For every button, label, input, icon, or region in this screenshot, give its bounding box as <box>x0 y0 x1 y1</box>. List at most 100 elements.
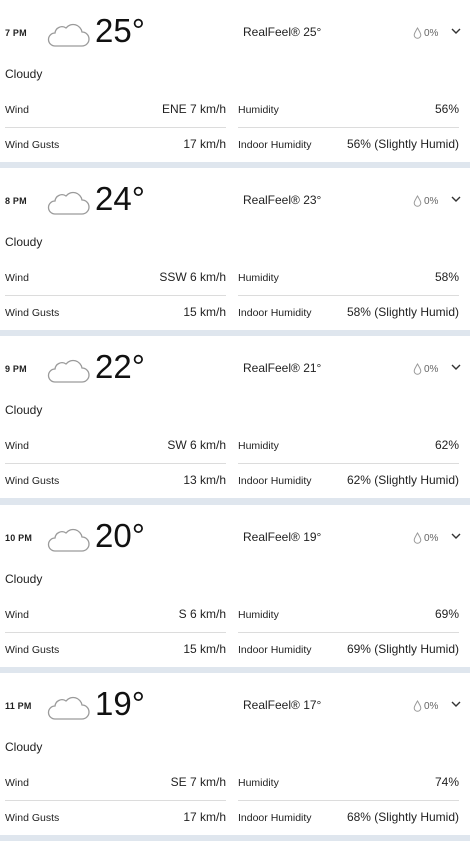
indoor-humidity-value: 68% (Slightly Humid) <box>346 810 459 824</box>
temperature: 25° <box>95 12 145 49</box>
chevron-down-icon[interactable] <box>450 531 462 541</box>
wind-value: ENE 7 km/h <box>161 102 226 116</box>
divider <box>5 463 226 464</box>
wind-gusts-label: Wind Gusts <box>5 307 60 319</box>
wind-value: S 6 km/h <box>178 607 226 621</box>
raindrop-icon <box>413 532 422 544</box>
raindrop-icon <box>413 700 422 712</box>
condition-text: Cloudy <box>5 67 43 81</box>
divider <box>238 632 459 633</box>
cloud-icon <box>47 528 90 552</box>
divider <box>5 127 226 128</box>
realfeel-value: RealFeel® 23° <box>243 193 322 207</box>
hour-time: 11 PM <box>5 701 32 711</box>
humidity-label: Humidity <box>238 440 279 452</box>
chevron-down-icon[interactable] <box>450 699 462 709</box>
precipitation: 0% <box>413 27 438 39</box>
precipitation: 0% <box>413 363 438 375</box>
wind-label: Wind <box>5 777 29 789</box>
wind-gusts-value: 15 km/h <box>183 305 226 319</box>
wind-value: SE 7 km/h <box>170 775 226 789</box>
cloud-icon <box>47 359 90 383</box>
precipitation: 0% <box>413 532 438 544</box>
humidity-label: Humidity <box>238 272 279 284</box>
indoor-humidity-label: Indoor Humidity <box>238 307 312 319</box>
hourly-forecast-card[interactable]: 10 PM 20° RealFeel® 19° 0% Cloudy Wind S… <box>0 505 470 667</box>
precipitation-value: 0% <box>424 27 439 39</box>
humidity-value: 69% <box>434 607 459 621</box>
condition-text: Cloudy <box>5 235 43 249</box>
condition-text: Cloudy <box>5 403 43 417</box>
cloud-icon <box>47 23 90 47</box>
humidity-value: 74% <box>434 775 459 789</box>
cloud-icon <box>47 696 90 720</box>
divider <box>238 127 459 128</box>
realfeel-value: RealFeel® 19° <box>243 530 322 544</box>
indoor-humidity-value: 56% (Slightly Humid) <box>346 137 459 151</box>
realfeel-value: RealFeel® 21° <box>243 361 322 375</box>
indoor-humidity-label: Indoor Humidity <box>238 139 312 151</box>
hour-time: 9 PM <box>5 364 27 374</box>
wind-gusts-label: Wind Gusts <box>5 812 60 824</box>
chevron-down-icon[interactable] <box>450 194 462 204</box>
realfeel-value: RealFeel® 17° <box>243 698 322 712</box>
precipitation-value: 0% <box>424 363 439 375</box>
precipitation-value: 0% <box>424 532 439 544</box>
humidity-value: 62% <box>434 438 459 452</box>
wind-gusts-value: 13 km/h <box>183 473 226 487</box>
humidity-value: 58% <box>434 270 459 284</box>
wind-value: SW 6 km/h <box>167 438 226 452</box>
hourly-forecast-card[interactable]: 8 PM 24° RealFeel® 23° 0% Cloudy Wind SS… <box>0 168 470 330</box>
wind-gusts-label: Wind Gusts <box>5 139 60 151</box>
hour-time: 10 PM <box>5 533 33 543</box>
precipitation-value: 0% <box>424 700 439 712</box>
wind-gusts-value: 17 km/h <box>183 810 226 824</box>
indoor-humidity-value: 69% (Slightly Humid) <box>346 642 459 656</box>
wind-label: Wind <box>5 104 29 116</box>
condition-text: Cloudy <box>5 740 43 754</box>
indoor-humidity-label: Indoor Humidity <box>238 475 312 487</box>
precipitation: 0% <box>413 700 438 712</box>
raindrop-icon <box>413 363 422 375</box>
indoor-humidity-label: Indoor Humidity <box>238 812 312 824</box>
indoor-humidity-label: Indoor Humidity <box>238 644 312 656</box>
humidity-value: 56% <box>434 102 459 116</box>
chevron-down-icon[interactable] <box>450 26 462 36</box>
temperature: 24° <box>95 180 145 217</box>
hourly-forecast-card[interactable]: 9 PM 22° RealFeel® 21° 0% Cloudy Wind SW… <box>0 336 470 498</box>
divider <box>5 295 226 296</box>
divider <box>238 295 459 296</box>
wind-value: SSW 6 km/h <box>159 270 226 284</box>
wind-gusts-label: Wind Gusts <box>5 644 60 656</box>
hour-time: 8 PM <box>5 196 27 206</box>
wind-gusts-label: Wind Gusts <box>5 475 60 487</box>
chevron-down-icon[interactable] <box>450 362 462 372</box>
wind-label: Wind <box>5 609 29 621</box>
temperature: 22° <box>95 348 145 385</box>
divider <box>238 800 459 801</box>
humidity-label: Humidity <box>238 104 279 116</box>
wind-label: Wind <box>5 272 29 284</box>
divider <box>5 800 226 801</box>
humidity-label: Humidity <box>238 609 279 621</box>
condition-text: Cloudy <box>5 572 43 586</box>
precipitation-value: 0% <box>424 195 439 207</box>
hourly-forecast-card[interactable]: 11 PM 19° RealFeel® 17° 0% Cloudy Wind S… <box>0 673 470 835</box>
wind-gusts-value: 17 km/h <box>183 137 226 151</box>
humidity-label: Humidity <box>238 777 279 789</box>
raindrop-icon <box>413 27 422 39</box>
precipitation: 0% <box>413 195 438 207</box>
hourly-forecast-card[interactable]: 7 PM 25° RealFeel® 25° 0% Cloudy Wind EN… <box>0 0 470 162</box>
realfeel-value: RealFeel® 25° <box>243 25 322 39</box>
wind-gusts-value: 15 km/h <box>183 642 226 656</box>
indoor-humidity-value: 58% (Slightly Humid) <box>346 305 459 319</box>
wind-label: Wind <box>5 440 29 452</box>
temperature: 19° <box>95 685 145 722</box>
temperature: 20° <box>95 517 145 554</box>
cloud-icon <box>47 191 90 215</box>
raindrop-icon <box>413 195 422 207</box>
hour-time: 7 PM <box>5 28 27 38</box>
divider <box>5 632 226 633</box>
indoor-humidity-value: 62% (Slightly Humid) <box>346 473 459 487</box>
divider <box>238 463 459 464</box>
